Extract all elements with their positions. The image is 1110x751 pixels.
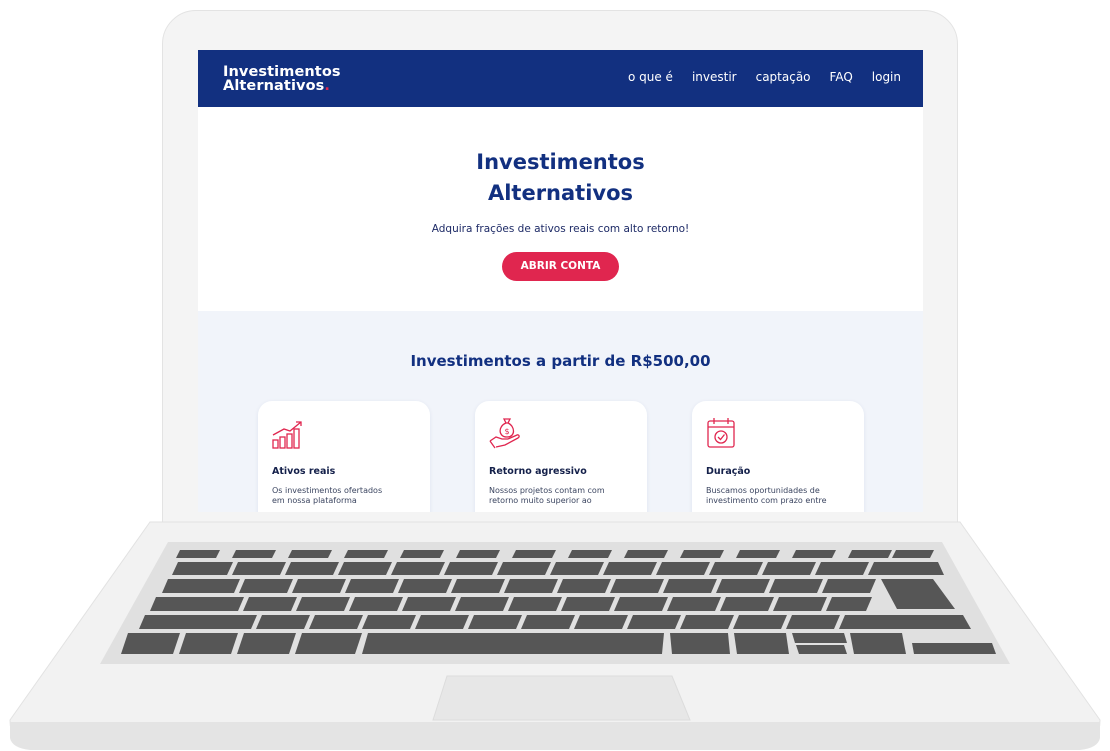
card-text-line-1: Buscamos oportunidades de [706,486,820,495]
card-text-line-2: em nossa plataforma [272,496,357,505]
open-account-button[interactable]: ABRIR CONTA [502,252,619,281]
card-text-line-1: Nossos projetos contam com [489,486,605,495]
calendar-check-icon [707,418,735,448]
nav-link-login[interactable]: login [872,70,901,84]
svg-text:$: $ [504,427,509,436]
money-bag-hand-icon: $ [489,418,520,449]
card-text-line-2: investimento com prazo entre [706,496,827,505]
brand-dot: . [324,78,330,94]
card-text: Os investimentos ofertados em nossa plat… [272,486,422,506]
card-text-line-2: retorno muito superior ao [489,496,592,505]
card-title: Retorno agressivo [489,466,587,477]
hero-section: Investimentos Alternativos Adquira fraçõ… [198,107,923,311]
card-title: Duração [706,466,751,477]
keyboard [121,550,996,654]
brand-line-1: Investimentos [223,64,341,80]
card-text: Nossos projetos contam com retorno muito… [489,486,639,506]
hero-title: Investimentos Alternativos [198,147,923,209]
growth-chart-icon [272,421,302,449]
nav-link-o-que-e[interactable]: o que é [628,70,673,84]
nav-link-captacao[interactable]: captação [756,70,811,84]
hero-title-line-2: Alternativos [487,181,634,205]
feature-card-ativos-reais: Ativos reais Os investimentos ofertados … [258,401,430,512]
nav-link-investir[interactable]: investir [692,70,737,84]
card-title: Ativos reais [272,466,336,477]
features-title: Investimentos a partir de R$500,00 [410,352,711,370]
brand-line-2: Alternativos [223,78,325,94]
feature-card-duracao: Duração Buscamos oportunidades de invest… [692,401,864,512]
laptop-screen: Investimentos Alternativos. o que é inve… [198,50,923,512]
features-section: Investimentos a partir de R$500,00 Ativo… [198,311,923,512]
feature-card-retorno-agressivo: $ Retorno agressivo Nossos projetos cont… [475,401,647,512]
nav-menu: o que é investir captação FAQ login [628,70,901,84]
card-text: Buscamos oportunidades de investimento c… [706,486,856,506]
brand-logo[interactable]: Investimentos Alternativos. [223,64,341,94]
top-navbar: Investimentos Alternativos. o que é inve… [198,50,923,107]
nav-link-faq[interactable]: FAQ [830,70,853,84]
hero-subtitle: Adquira frações de ativos reais com alto… [431,223,690,235]
hero-title-line-1: Investimentos [476,150,645,174]
card-text-line-1: Os investimentos ofertados [272,486,383,495]
